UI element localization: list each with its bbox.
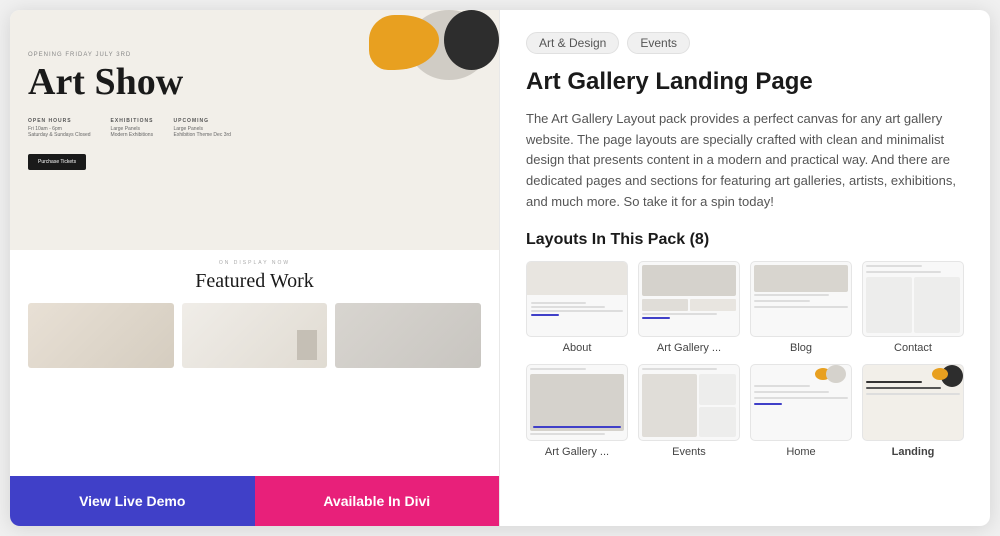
featured-images [28,303,481,368]
available-in-divi-button[interactable]: Available In Divi [255,476,500,526]
art-show-info: Open Hours Fri 10am - 6pmSaturday & Sund… [28,118,481,138]
info-upcoming: Upcoming Large PanelsExhibition Theme De… [174,118,231,138]
main-card: Opening Friday July 3rd Art Show Open Ho… [10,10,990,526]
line [531,306,605,308]
line [754,300,810,302]
gallery-thumb [639,262,739,337]
tag-art-design[interactable]: Art & Design [526,32,619,54]
line [642,368,717,370]
layout-art-gallery[interactable]: Art Gallery ... [638,261,740,355]
line [754,294,829,296]
layout-thumb-landing [862,364,964,441]
bottom-buttons: View Live Demo Available In Divi [10,476,499,526]
open-hours-label: Open Hours [28,118,91,124]
line [530,368,586,370]
description: The Art Gallery Layout pack provides a p… [526,109,964,213]
open-hours-val: Fri 10am - 6pmSaturday & Sundays Closed [28,126,91,138]
page-title: Art Gallery Landing Page [526,68,964,97]
layout-thumb-about [526,261,628,338]
upcoming-val: Large PanelsExhibition Theme Dec 3rd [174,126,231,138]
art-show-shapes [299,10,499,100]
layout-label-about: About [563,342,592,354]
layout-events[interactable]: Events [638,364,740,458]
exhibitions-val: Large PanelsModern Exhibitions [111,126,154,138]
line [866,381,922,383]
line [531,302,586,304]
info-open-hours: Open Hours Fri 10am - 6pmSaturday & Sund… [28,118,91,138]
line [642,317,670,319]
left-panel: Opening Friday July 3rd Art Show Open Ho… [10,10,500,526]
line [866,265,922,267]
right-panel: Art & Design Events Art Gallery Landing … [500,10,990,526]
art-show-preview: Opening Friday July 3rd Art Show Open Ho… [10,10,499,250]
purchase-tickets-button[interactable]: Purchase Tickets [28,154,86,170]
line [642,313,717,315]
layout-landing[interactable]: Landing [862,364,964,458]
layout-label-blog: Blog [790,342,812,354]
tags: Art & Design Events [526,32,964,54]
about-thumb-lines [527,298,627,322]
layout-thumb-home [750,364,852,441]
layout-label-landing: Landing [892,446,935,458]
layout-label-art-gallery: Art Gallery ... [657,342,721,354]
layout-label-home: Home [786,446,815,458]
line [531,314,559,316]
layout-thumb-contact [862,261,964,338]
featured-preview: On Display Now Featured Work [10,250,499,476]
layout-label-contact: Contact [894,342,932,354]
layout-art-gallery2[interactable]: Art Gallery ... [526,364,628,458]
layout-label-events: Events [672,446,706,458]
line [754,385,810,387]
line [530,433,605,435]
line [754,391,829,393]
featured-image-1 [28,303,174,368]
upcoming-label: Upcoming [174,118,231,124]
line [754,403,782,405]
line [754,306,848,308]
layout-thumb-events [638,364,740,441]
preview-area: Opening Friday July 3rd Art Show Open Ho… [10,10,499,476]
info-exhibitions: Exhibitions Large PanelsModern Exhibitio… [111,118,154,138]
layouts-grid: About Art Gallery ... [526,261,964,458]
layout-about[interactable]: About [526,261,628,355]
layouts-title: Layouts In This Pack (8) [526,231,964,249]
about-thumb-img [527,262,627,296]
featured-image-2 [182,303,328,368]
layout-contact[interactable]: Contact [862,261,964,355]
line [754,397,848,399]
shape-dark [444,10,499,70]
view-live-demo-button[interactable]: View Live Demo [10,476,255,526]
line [531,310,623,312]
layout-thumb-art-gallery2 [526,364,628,441]
layout-thumb-blog [750,261,852,338]
layout-label-art-gallery2: Art Gallery ... [545,446,609,458]
line [866,387,941,389]
on-display-text: On Display Now [28,260,481,266]
featured-work-title: Featured Work [28,270,481,293]
featured-image-3 [335,303,481,368]
exhibitions-label: Exhibitions [111,118,154,124]
tag-events[interactable]: Events [627,32,690,54]
layout-blog[interactable]: Blog [750,261,852,355]
line [866,271,941,273]
layout-home[interactable]: Home [750,364,852,458]
line [866,393,960,395]
layout-thumb-art-gallery [638,261,740,338]
